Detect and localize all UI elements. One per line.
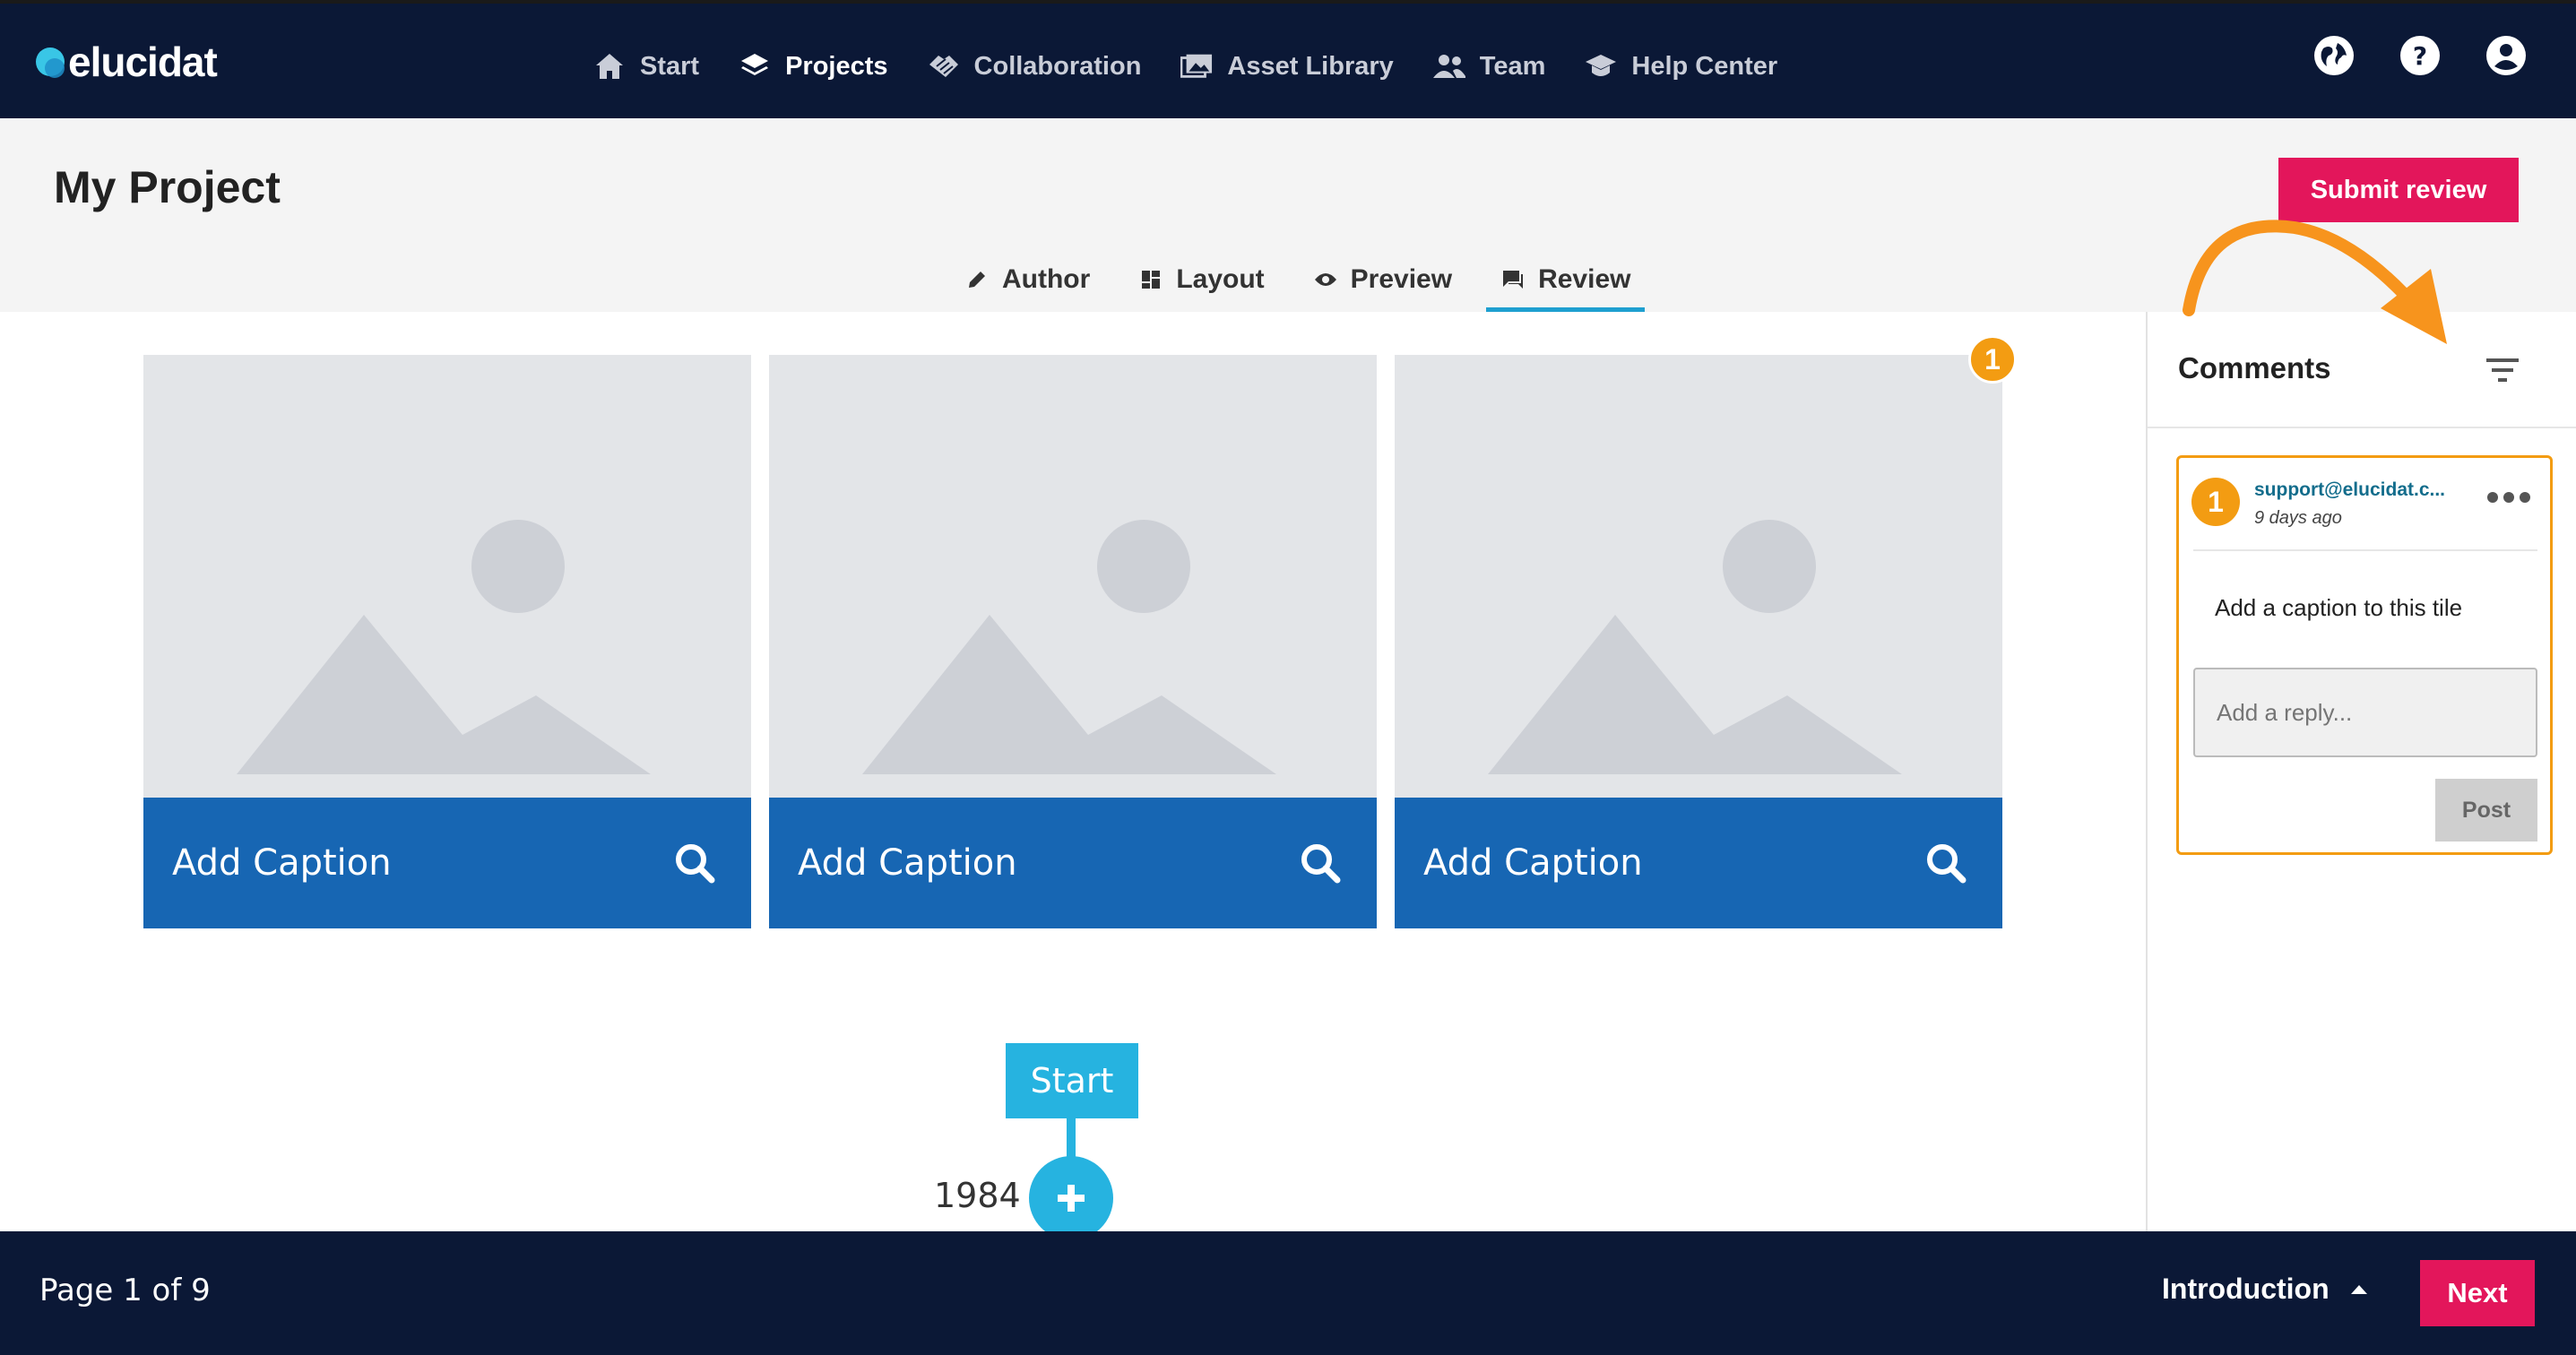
add-timeline-item-button[interactable] (1029, 1156, 1113, 1240)
image-tile-2[interactable]: Add Caption (769, 355, 1377, 928)
comments-header: Comments (2148, 312, 2576, 428)
elucidat-logo[interactable]: elucidat (36, 38, 218, 86)
top-right-icons: ? (2314, 36, 2526, 75)
tile-caption: Add Caption (172, 842, 392, 884)
submit-review-button[interactable]: Submit review (2278, 158, 2519, 222)
nav-item-label: Team (1479, 51, 1546, 81)
logo-text: elucidat (68, 39, 218, 85)
app-root: elucidat Start Projects Collaboration As… (0, 0, 2576, 1355)
section-label: Introduction (2162, 1273, 2330, 1305)
search-icon[interactable] (1925, 842, 1967, 884)
tile-caption-bar[interactable]: Add Caption (1395, 798, 2002, 928)
image-tile-3[interactable]: Add Caption (1395, 355, 2002, 928)
comment-marker[interactable]: 1 (1968, 335, 2017, 384)
nav-item-team[interactable]: Team (1413, 9, 1566, 124)
caret-up-icon (2350, 1284, 2367, 1294)
nav-item-label: Help Center (1631, 51, 1778, 81)
nav-item-label: Collaboration (973, 51, 1142, 81)
more-options-icon[interactable] (2487, 492, 2530, 503)
timeline-start-label[interactable]: Start (1006, 1043, 1138, 1118)
handshake-icon (928, 50, 960, 82)
nav-item-label: Projects (785, 51, 888, 81)
image-placeholder (143, 355, 751, 798)
bottom-bar: Page 1 of 9 Introduction Next (0, 1231, 2576, 1355)
tab-label: Layout (1176, 264, 1265, 294)
globe-icon[interactable] (2314, 36, 2354, 75)
comment-number-badge: 1 (2191, 478, 2240, 526)
comment-timestamp: 9 days ago (2254, 508, 2342, 528)
search-icon[interactable] (674, 842, 715, 884)
search-icon[interactable] (1300, 842, 1341, 884)
people-icon (1432, 50, 1465, 82)
timeline-year: 1984 (934, 1176, 1021, 1215)
nav-item-asset-library[interactable]: Asset Library (1161, 9, 1413, 124)
home-icon (593, 50, 626, 82)
tile-caption: Add Caption (798, 842, 1017, 884)
post-button[interactable]: Post (2435, 779, 2537, 841)
images-icon (1180, 50, 1213, 82)
image-placeholder (769, 355, 1377, 798)
graduation-cap-icon (1585, 50, 1617, 82)
nav-item-help-center[interactable]: Help Center (1565, 9, 1797, 124)
tab-review[interactable]: Review (1486, 253, 1646, 312)
comment-icon (1500, 267, 1526, 292)
next-button[interactable]: Next (2420, 1260, 2535, 1326)
project-header: My Project Submit review Author Layout P… (0, 118, 2576, 312)
image-placeholder (1395, 355, 2002, 798)
editor-tabs: Author Layout Preview Review (950, 253, 1664, 312)
nav-item-projects[interactable]: Projects (719, 9, 908, 125)
svg-text:?: ? (2413, 41, 2427, 71)
page-indicator: Page 1 of 9 (39, 1273, 211, 1308)
top-navigation-bar: elucidat Start Projects Collaboration As… (0, 0, 2576, 125)
tab-label: Preview (1350, 264, 1453, 294)
nav-item-collaboration[interactable]: Collaboration (908, 9, 1162, 124)
nav-item-label: Asset Library (1227, 51, 1394, 81)
comment-author: support@elucidat.c... (2254, 479, 2446, 500)
image-tile-1[interactable]: Add Caption (143, 355, 751, 928)
nav-item-start[interactable]: Start (574, 9, 719, 124)
eye-icon (1313, 267, 1338, 292)
pencil-icon (964, 267, 990, 292)
reply-input[interactable] (2193, 668, 2537, 757)
main-nav: Start Projects Collaboration Asset Libra… (574, 4, 1797, 125)
divider (2193, 549, 2537, 551)
tab-preview[interactable]: Preview (1299, 253, 1466, 306)
help-icon[interactable]: ? (2400, 36, 2440, 75)
comment-body: Add a caption to this tile (2215, 594, 2463, 621)
tile-caption-bar[interactable]: Add Caption (143, 798, 751, 928)
tab-label: Review (1538, 264, 1631, 294)
comment-card[interactable]: 1 support@elucidat.c... 9 days ago Add a… (2176, 455, 2553, 855)
tile-caption: Add Caption (1423, 842, 1643, 884)
layers-icon (739, 50, 771, 82)
filter-icon[interactable] (2483, 355, 2522, 385)
nav-item-label: Start (640, 51, 700, 81)
timeline-connector (1067, 1118, 1076, 1158)
comments-title: Comments (2178, 351, 2331, 384)
account-icon[interactable] (2486, 36, 2526, 75)
section-dropdown[interactable]: Introduction (2162, 1273, 2367, 1306)
tab-layout[interactable]: Layout (1124, 253, 1278, 306)
comments-panel: Comments 1 support@elucidat.c... 9 days … (2146, 312, 2576, 1231)
tab-label: Author (1002, 264, 1091, 294)
logo-mark-icon (36, 47, 65, 78)
tile-caption-bar[interactable]: Add Caption (769, 798, 1377, 928)
page-title: My Project (54, 162, 281, 212)
tab-author[interactable]: Author (950, 253, 1104, 306)
plus-icon (1058, 1185, 1085, 1212)
layout-icon (1138, 267, 1163, 292)
